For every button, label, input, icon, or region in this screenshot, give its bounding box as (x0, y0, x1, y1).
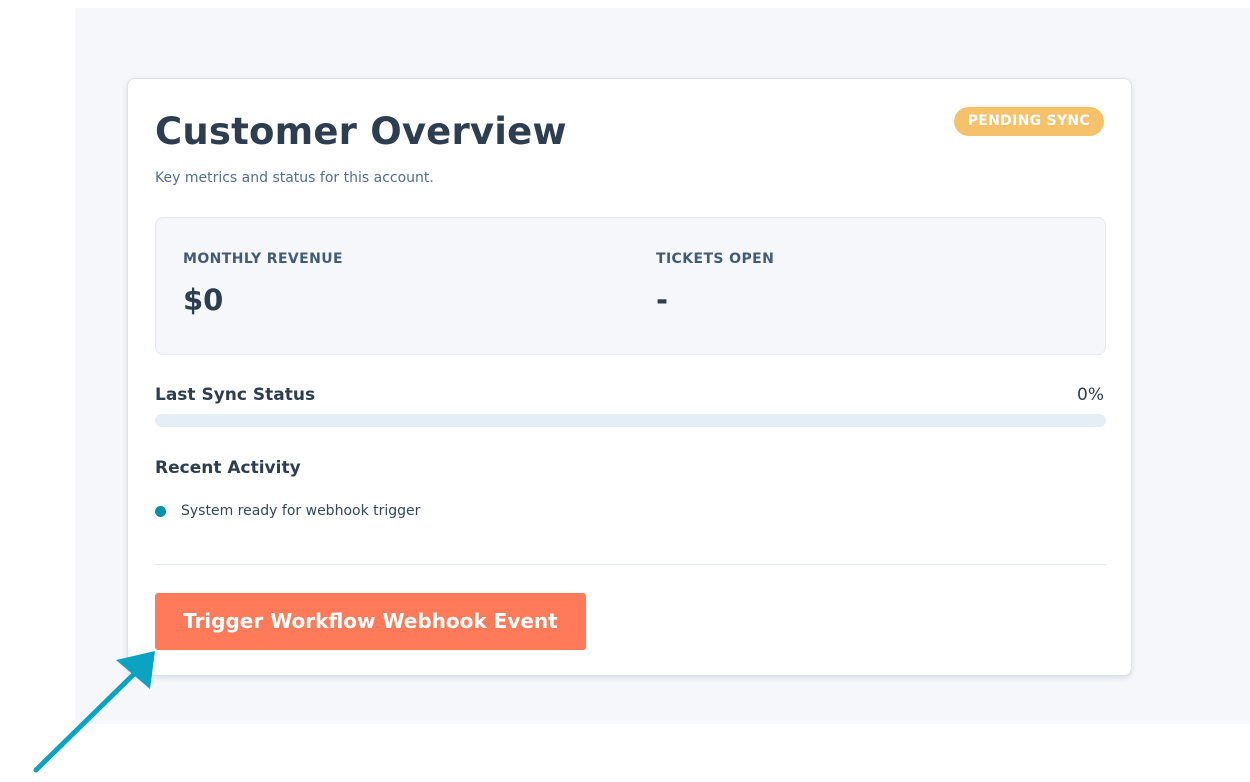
card-subtitle: Key metrics and status for this account. (155, 170, 434, 186)
sync-percent: 0% (1077, 385, 1104, 405)
recent-activity-heading: Recent Activity (155, 458, 301, 478)
metric-value: $0 (183, 283, 224, 317)
customer-overview-card: Customer Overview Key metrics and status… (127, 78, 1132, 676)
metric-label: MONTHLY REVENUE (183, 251, 343, 267)
metrics-panel: MONTHLY REVENUE $0 TICKETS OPEN - (155, 217, 1106, 355)
metric-monthly-revenue: MONTHLY REVENUE $0 (183, 250, 343, 318)
status-badge: PENDING SYNC (953, 107, 1104, 136)
sync-status-label: Last Sync Status (155, 385, 316, 405)
page: Customer Overview Key metrics and status… (0, 0, 1250, 782)
list-item: System ready for webhook trigger (155, 502, 420, 520)
trigger-webhook-button[interactable]: Trigger Workflow Webhook Event (155, 593, 586, 650)
activity-text: System ready for webhook trigger (181, 503, 421, 519)
dot-icon (155, 505, 166, 517)
metric-tickets-open: TICKETS OPEN - (656, 250, 774, 318)
page-title: Customer Overview (155, 110, 567, 153)
metric-value: - (656, 283, 669, 317)
metric-label: TICKETS OPEN (656, 251, 775, 267)
divider (155, 564, 1106, 565)
sync-progress-bar (155, 414, 1106, 427)
